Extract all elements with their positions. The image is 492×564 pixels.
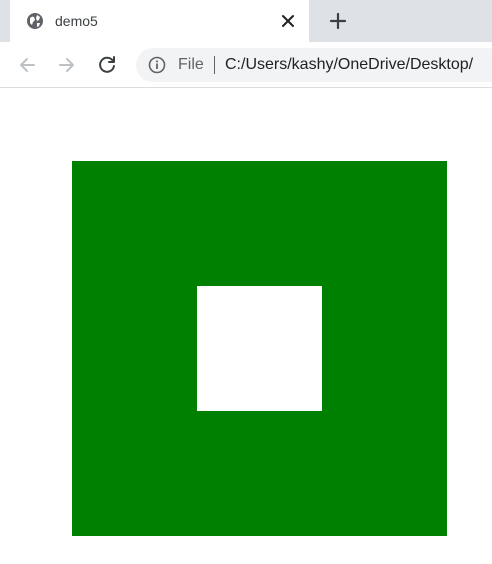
arrow-right-icon <box>59 58 74 72</box>
arrow-left-icon <box>20 58 35 72</box>
scheme-separator <box>214 56 215 74</box>
reload-icon <box>99 56 115 73</box>
globe-icon <box>26 12 44 30</box>
new-tab-button[interactable] <box>328 11 348 31</box>
forward-button[interactable] <box>56 54 78 76</box>
url-text[interactable]: C:/Users/kashy/OneDrive/Desktop/ <box>225 56 473 74</box>
close-icon[interactable] <box>280 13 296 29</box>
back-button[interactable] <box>16 54 38 76</box>
tab-strip: demo5 <box>0 0 492 42</box>
reload-button[interactable] <box>96 54 118 76</box>
tab-title: demo5 <box>55 13 98 29</box>
tab-demo5[interactable]: demo5 <box>10 0 309 42</box>
white-square <box>197 286 322 411</box>
info-icon[interactable] <box>148 56 166 74</box>
plus-icon <box>329 12 347 30</box>
scheme-label: File <box>178 56 204 73</box>
address-bar[interactable]: File C:/Users/kashy/OneDrive/Desktop/ <box>136 48 492 82</box>
page-content <box>0 89 492 564</box>
browser-toolbar: File C:/Users/kashy/OneDrive/Desktop/ <box>0 42 492 88</box>
green-square <box>72 161 447 536</box>
